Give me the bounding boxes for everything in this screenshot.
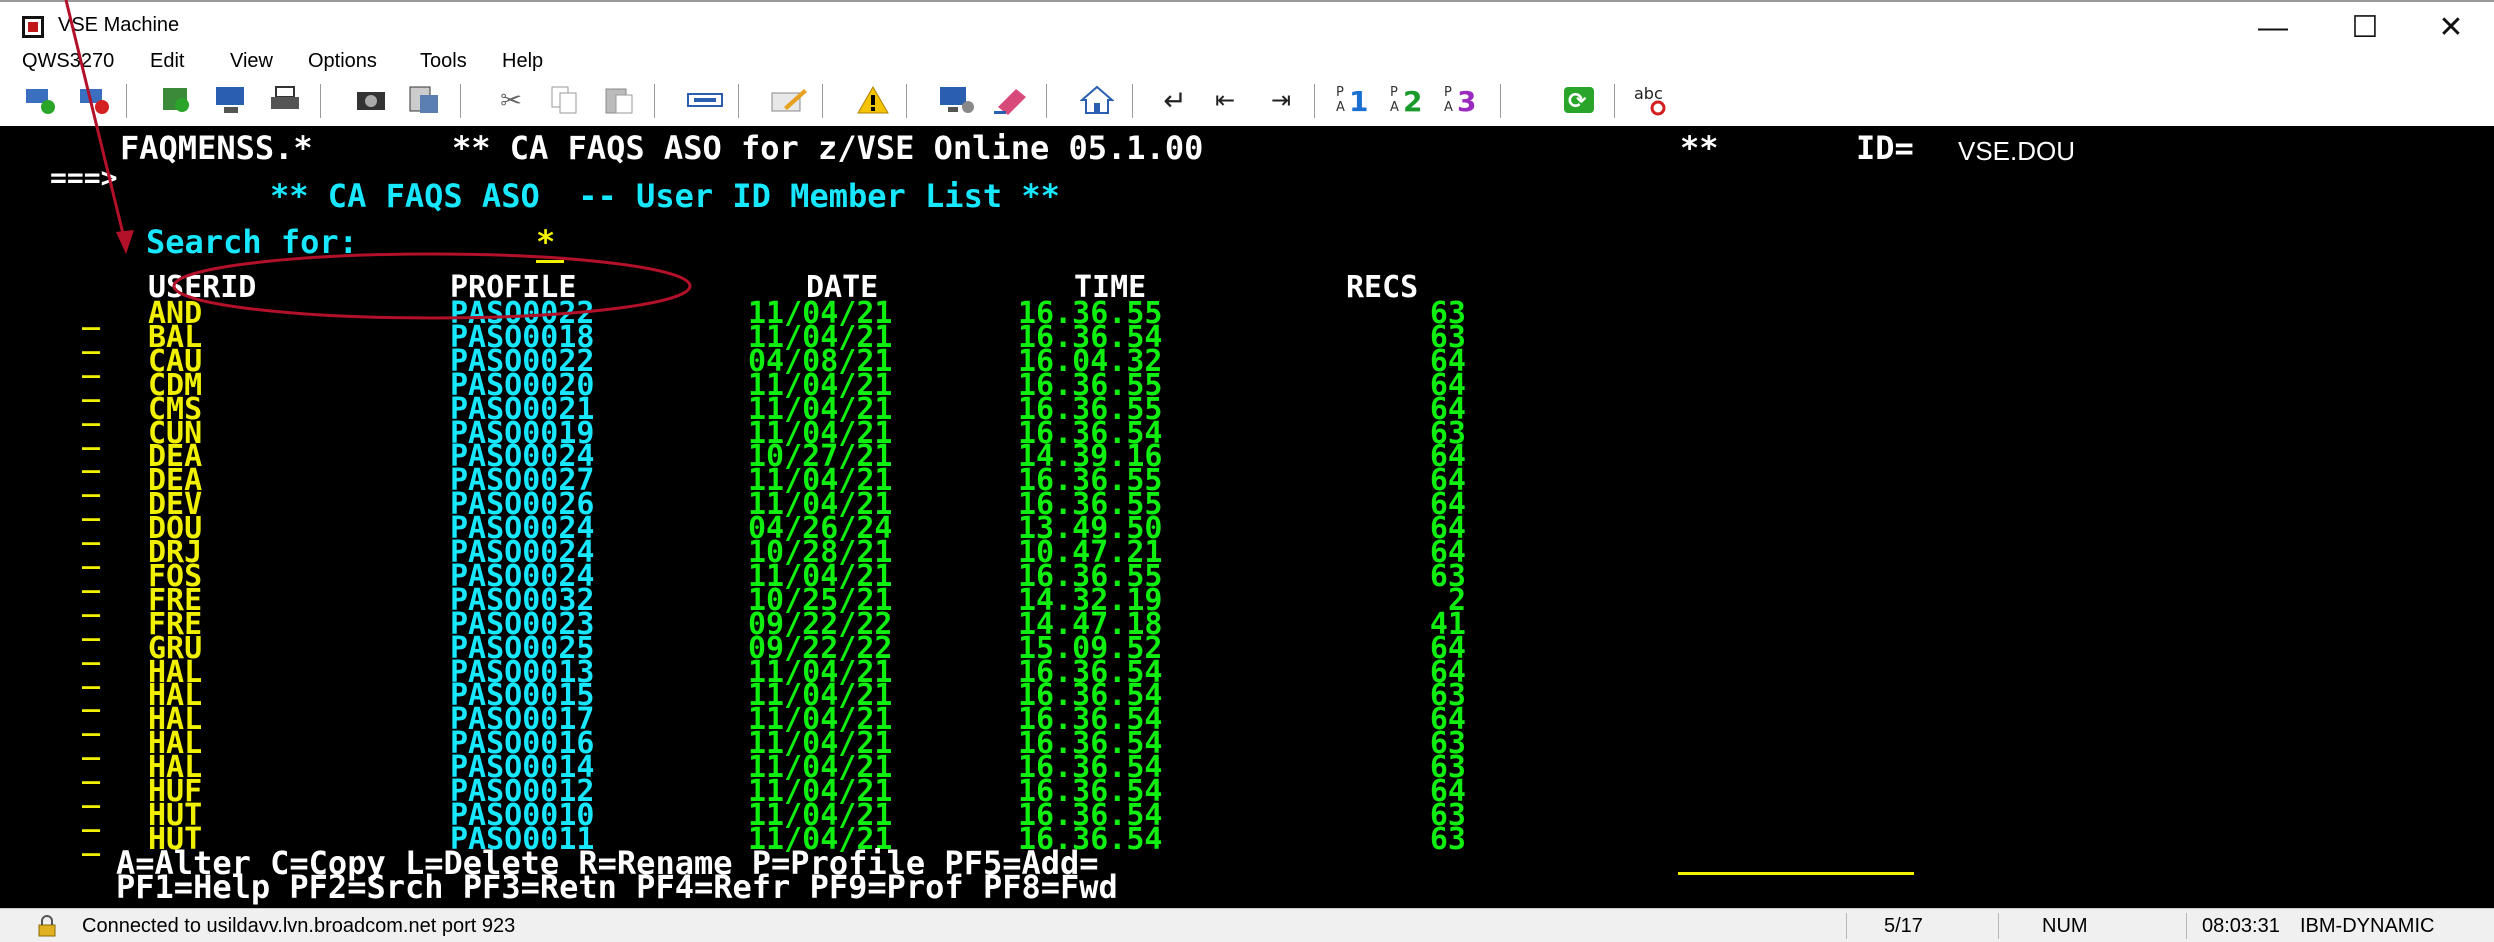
- display-settings-icon[interactable]: [938, 82, 976, 118]
- add-input-underline[interactable]: [1678, 872, 1914, 875]
- run-icon[interactable]: [158, 82, 196, 118]
- svg-text:⟳: ⟳: [1568, 89, 1587, 114]
- close-button[interactable]: ✕: [2416, 2, 2486, 54]
- pa3-label: 3: [1457, 85, 1476, 117]
- status-bar: Connected to usildavv.lvn.broadcom.net p…: [0, 908, 2494, 942]
- id-value: VSE.DOU: [1958, 136, 2076, 166]
- capture-icon[interactable]: [406, 82, 444, 118]
- search-input[interactable]: *: [536, 224, 564, 263]
- menu-bar: QWS3270 Edit View Options Tools Help: [0, 48, 2494, 78]
- warning-icon[interactable]: [854, 82, 892, 118]
- id-label: ID=: [1856, 129, 1914, 167]
- clock: 08:03:31: [2202, 915, 2280, 937]
- menu-help[interactable]: Help: [502, 50, 543, 73]
- spellcheck-label: abc: [1634, 84, 1663, 103]
- search-label: Search for:: [146, 223, 358, 261]
- program-name: FAQMENSS.*: [120, 129, 313, 167]
- row-selector-field[interactable]: _: [82, 824, 100, 854]
- menu-tools[interactable]: Tools: [420, 50, 467, 73]
- num-lock-indicator: NUM: [2042, 915, 2088, 937]
- enter-icon[interactable]: ↵: [1156, 82, 1194, 118]
- terminal-screen[interactable]: FAQMENSS.* ** CA FAQS ASO for z/VSE Onli…: [0, 126, 2494, 908]
- lock-icon: [38, 915, 56, 937]
- print-screen-icon[interactable]: [212, 82, 250, 118]
- pf-key-legend: PF1=Help PF2=Srch PF3=Retn PF4=Refr PF9=…: [116, 868, 1118, 906]
- connect-icon[interactable]: [22, 82, 60, 118]
- field-forward-icon[interactable]: ⇥: [1262, 82, 1300, 118]
- app-icon: [22, 16, 44, 38]
- svg-text:P: P: [1390, 85, 1398, 100]
- cursor-position: 5/17: [1884, 915, 1923, 937]
- home-icon[interactable]: [1078, 82, 1116, 118]
- pa1-label: 1: [1349, 85, 1368, 117]
- command-prompt[interactable]: ===>: [50, 160, 117, 196]
- maximize-button[interactable]: ☐: [2330, 2, 2400, 54]
- print-icon[interactable]: [266, 82, 304, 118]
- field-back-icon[interactable]: ⇤: [1206, 82, 1244, 118]
- svg-text:P: P: [1336, 85, 1344, 100]
- disconnect-icon[interactable]: [76, 82, 114, 118]
- svg-text:A: A: [1336, 100, 1345, 115]
- eraser-icon[interactable]: [992, 82, 1030, 118]
- menu-edit[interactable]: Edit: [150, 50, 184, 73]
- camera-icon[interactable]: [352, 82, 390, 118]
- host-type: IBM-DYNAMIC: [2300, 915, 2435, 937]
- paste-icon[interactable]: [600, 82, 638, 118]
- header-title: ** CA FAQS ASO for z/VSE Online 05.1.00: [452, 129, 1204, 167]
- cell-recs: 63: [1429, 821, 1466, 857]
- refresh-icon[interactable]: ⟳: [1560, 82, 1598, 118]
- copy-icon[interactable]: [546, 82, 584, 118]
- edit-icon[interactable]: [770, 82, 808, 118]
- pa2-label: 2: [1403, 85, 1422, 117]
- pa1-icon[interactable]: PA1: [1334, 82, 1380, 118]
- menu-options[interactable]: Options: [308, 50, 377, 73]
- minimize-button[interactable]: —: [2238, 2, 2308, 54]
- spellcheck-icon[interactable]: abc: [1632, 82, 1676, 118]
- svg-text:A: A: [1390, 100, 1399, 115]
- header-stars: **: [1680, 129, 1719, 167]
- column-header-recs: RECS: [1346, 270, 1419, 305]
- toolbar: ✂ ↵ ⇤ ⇥ PA1 PA2 PA3 ⟳ abc: [0, 76, 2494, 127]
- pa3-icon[interactable]: PA3: [1442, 82, 1488, 118]
- screen-title: ** CA FAQS ASO -- User ID Member List **: [270, 177, 1060, 215]
- keyboard-icon[interactable]: [686, 82, 724, 118]
- pa2-icon[interactable]: PA2: [1388, 82, 1434, 118]
- window-title: VSE Machine: [58, 14, 180, 36]
- menu-view[interactable]: View: [230, 50, 273, 73]
- title-bar: VSE Machine — ☐ ✕: [0, 0, 2494, 52]
- svg-text:P: P: [1444, 85, 1452, 100]
- cut-icon[interactable]: ✂: [492, 82, 530, 118]
- connection-status: Connected to usildavv.lvn.broadcom.net p…: [82, 915, 516, 937]
- menu-qws3270[interactable]: QWS3270: [22, 50, 114, 73]
- svg-text:A: A: [1444, 100, 1453, 115]
